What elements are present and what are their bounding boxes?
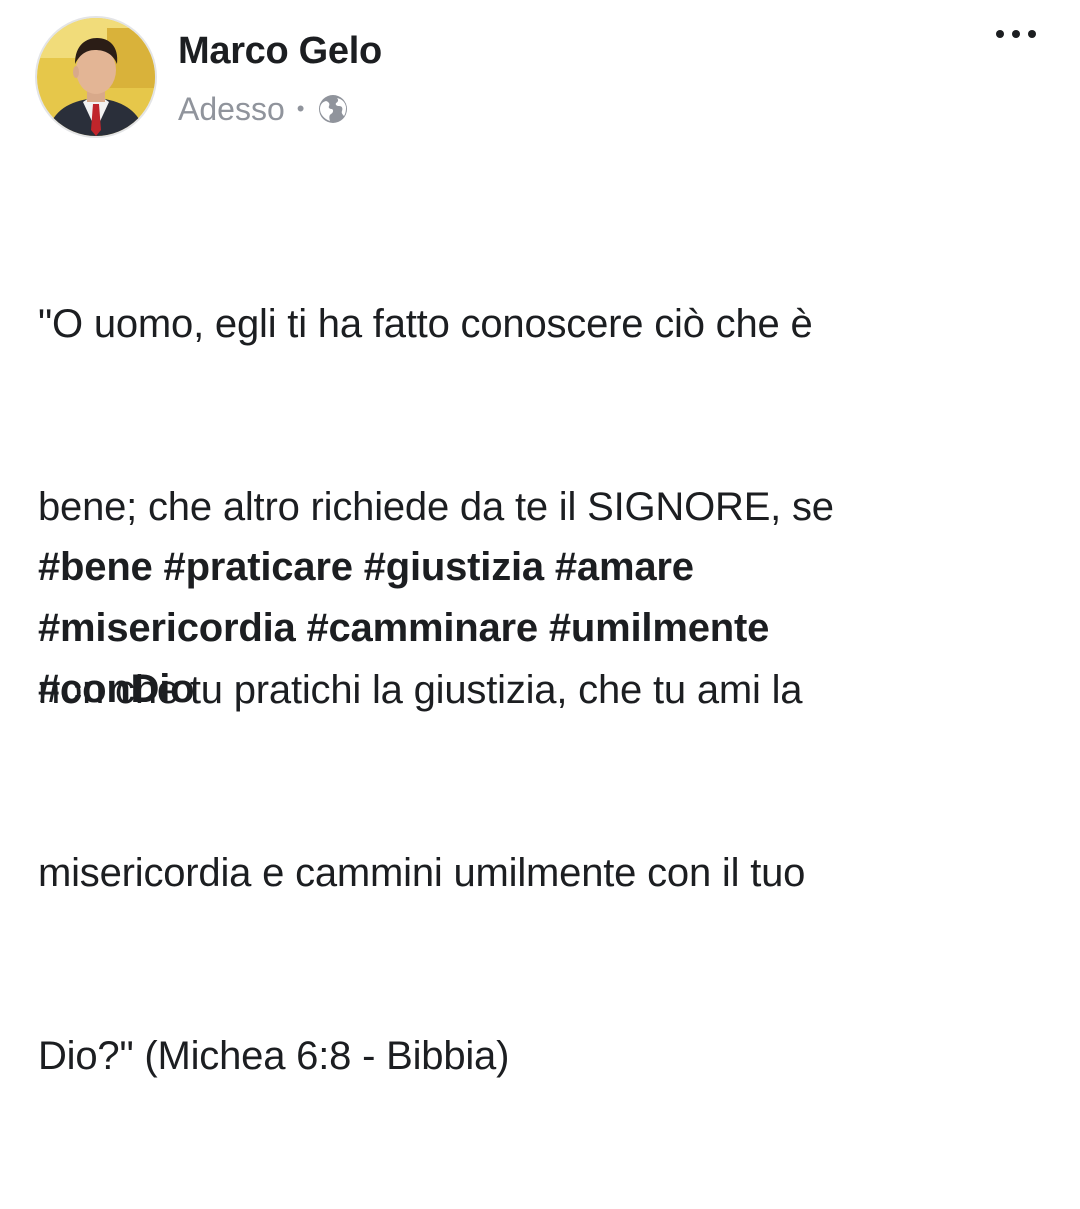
more-options-icon[interactable] — [996, 22, 1036, 46]
hashtag[interactable]: #giustizia — [364, 545, 544, 589]
post-text-line: Dio?" (Michea 6:8 - Bibbia) — [38, 1034, 510, 1078]
post-meta: Adesso • — [178, 89, 348, 129]
facebook-post: Marco Gelo Adesso • "O uomo, egli ti ha … — [0, 0, 1080, 1078]
hashtag[interactable]: #misericordia — [38, 606, 296, 650]
hashtag[interactable]: #umilmente — [549, 606, 769, 650]
hashtag[interactable]: #bene — [38, 545, 153, 589]
hashtag-line: #conDio — [38, 659, 1038, 720]
hashtag-line: #misericordia #camminare #umilmente — [38, 598, 1038, 659]
meta-separator: • — [296, 96, 305, 121]
post-text-line: "O uomo, egli ti ha fatto conoscere ciò … — [38, 302, 813, 346]
hashtag[interactable]: #amare — [555, 545, 694, 589]
globe-icon[interactable] — [318, 94, 348, 124]
hashtag[interactable]: #camminare — [306, 606, 538, 650]
post-text-line: bene; che altro richiede da te il SIGNOR… — [38, 485, 834, 529]
hashtag[interactable]: #praticare — [164, 545, 353, 589]
hashtag-line: #bene #praticare #giustizia #amare — [38, 537, 1038, 598]
hashtags: #bene #praticare #giustizia #amare #mise… — [38, 537, 1038, 720]
avatar-image — [37, 18, 155, 136]
timestamp[interactable]: Adesso — [178, 91, 285, 128]
hashtag[interactable]: #conDio — [38, 667, 195, 711]
avatar[interactable] — [37, 18, 155, 136]
author-name[interactable]: Marco Gelo — [178, 30, 382, 73]
post-text-line: misericordia e cammini umilmente con il … — [38, 851, 806, 895]
